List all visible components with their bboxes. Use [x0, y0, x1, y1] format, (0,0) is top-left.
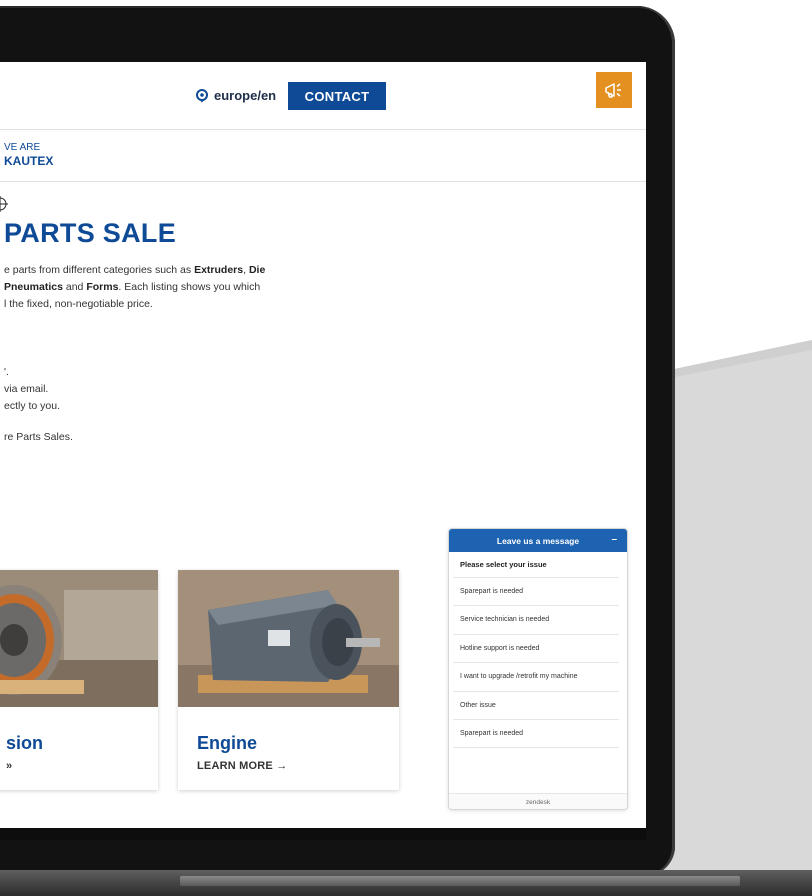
- contact-button[interactable]: CONTACT: [288, 82, 386, 110]
- card-title: sion: [6, 733, 44, 753]
- issue-option[interactable]: Sparepart is needed: [453, 577, 619, 605]
- learn-more-link[interactable]: LEARN MORE →: [197, 760, 287, 772]
- closing-text: re Parts Sales.: [4, 431, 73, 443]
- chat-widget: Leave us a message – Please select your …: [448, 528, 628, 810]
- announcement-button[interactable]: [596, 72, 632, 108]
- location-pin-icon: [196, 88, 208, 102]
- breadcrumb: VE ARE KAUTEX: [0, 130, 646, 182]
- crosshair-cursor-icon: [0, 196, 8, 212]
- issue-option[interactable]: Service technician is needed: [453, 605, 619, 633]
- issue-option[interactable]: Hotline support is needed: [453, 634, 619, 662]
- intro-line: e parts from different categories such a…: [4, 264, 266, 276]
- engine-image: [178, 570, 399, 707]
- issue-prompt: Please select your issue: [460, 560, 547, 569]
- divider: [453, 747, 619, 748]
- issue-option[interactable]: Other issue: [453, 691, 619, 719]
- intro-line: Pneumatics and Forms. Each listing shows…: [4, 281, 261, 293]
- laptop-screen: europe/en CONTACT VE ARE KAUTEX PARTS SA…: [0, 62, 646, 828]
- step-line: ectly to you.: [4, 400, 61, 412]
- steps-text: '. via email. ectly to you.: [4, 364, 60, 415]
- chat-header[interactable]: Leave us a message –: [449, 529, 627, 552]
- laptop-base-highlight: [180, 876, 740, 886]
- site-header: europe/en CONTACT: [0, 62, 646, 130]
- card-title: Engine: [197, 733, 258, 753]
- screen-bottom-bezel: [0, 828, 646, 840]
- step-line: via email.: [4, 383, 49, 395]
- breadcrumb-title[interactable]: KAUTEX: [4, 154, 53, 168]
- intro-text: e parts from different categories such a…: [4, 262, 304, 313]
- step-line: '.: [4, 366, 9, 378]
- region-label: europe/en: [214, 88, 277, 103]
- issue-option[interactable]: I want to upgrade /retrofit my machine: [453, 662, 619, 690]
- chat-footer-brand[interactable]: zendesk: [449, 793, 627, 809]
- product-card[interactable]: Engine LEARN MORE →: [178, 570, 399, 790]
- product-card[interactable]: sion »: [0, 570, 158, 790]
- page-title: PARTS SALE: [4, 218, 177, 248]
- minimize-button[interactable]: –: [611, 534, 617, 545]
- breadcrumb-kicker: VE ARE: [4, 142, 41, 153]
- intro-line: l the fixed, non-negotiable price.: [4, 298, 153, 310]
- transmission-image: [0, 570, 158, 707]
- issue-option[interactable]: Sparepart is needed: [453, 719, 619, 747]
- megaphone-icon: [605, 83, 621, 98]
- chat-title: Leave us a message: [496, 535, 580, 546]
- region-selector[interactable]: europe/en: [195, 88, 276, 103]
- learn-more-link[interactable]: »: [6, 760, 12, 772]
